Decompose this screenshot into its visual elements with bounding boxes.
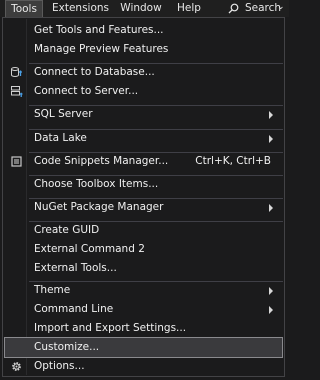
menu-help[interactable]: Help — [176, 0, 202, 17]
menu-item-connect-database[interactable]: Connect to Database... — [4, 62, 283, 83]
menu-item-label: External Tools... — [34, 262, 117, 274]
menu-item-label: Theme — [34, 284, 71, 296]
menu-bar: Tools Extensions Window Help Search ⌄ — [0, 0, 289, 17]
menu-item-label: SQL Server — [34, 108, 93, 120]
menu-extensions[interactable]: Extensions — [52, 0, 109, 17]
code-snippets-icon — [11, 156, 22, 167]
shortcut-text: Ctrl+K, Ctrl+B — [195, 155, 271, 167]
menu-item-sql-server[interactable]: SQL Server — [4, 104, 283, 125]
menu-item-label: Get Tools and Features... — [34, 24, 164, 36]
search-icon — [228, 3, 239, 14]
menu-item-label: Command Line — [34, 303, 114, 315]
menu-item-label: Create GUID — [34, 224, 100, 236]
menu-item-data-lake[interactable]: Data Lake — [4, 128, 283, 149]
menu-item-create-guid[interactable]: Create GUID — [4, 220, 283, 241]
search-button[interactable]: Search ⌄ — [218, 0, 289, 17]
menu-item-options[interactable]: Options... — [4, 356, 283, 377]
submenu-arrow-icon — [269, 287, 273, 295]
submenu-arrow-icon — [269, 306, 273, 314]
menu-item-command-line[interactable]: Command Line — [4, 299, 283, 320]
menu-item-label: External Command 2 — [34, 243, 145, 255]
menu-item-theme[interactable]: Theme — [4, 280, 283, 301]
menu-item-manage-preview[interactable]: Manage Preview Features — [4, 39, 283, 60]
menu-item-get-tools[interactable]: Get Tools and Features... — [4, 20, 283, 41]
menu-item-label: Connect to Server... — [34, 85, 139, 97]
submenu-arrow-icon — [269, 111, 273, 119]
menu-item-label: Code Snippets Manager... — [34, 155, 169, 167]
server-connect-icon — [11, 86, 23, 97]
menu-item-code-snippets[interactable]: Code Snippets Manager... Ctrl+K, Ctrl+B — [4, 151, 283, 172]
menu-item-label: Choose Toolbox Items... — [34, 178, 159, 190]
menu-item-connect-server[interactable]: Connect to Server... — [4, 81, 283, 102]
search-label: Search — [245, 2, 282, 14]
gear-icon — [12, 362, 21, 371]
menu-tools[interactable]: Tools — [5, 0, 43, 17]
menu-item-customize[interactable]: Customize... — [4, 337, 283, 358]
database-connect-icon — [11, 67, 22, 77]
menu-item-choose-toolbox[interactable]: Choose Toolbox Items... — [4, 174, 283, 195]
menu-item-label: NuGet Package Manager — [34, 201, 164, 213]
menu-item-label: Connect to Database... — [34, 66, 155, 78]
submenu-arrow-icon — [269, 204, 273, 212]
chevron-down-icon: ⌄ — [277, 2, 285, 12]
menu-item-label: Options... — [34, 360, 85, 372]
menu-item-external-tools[interactable]: External Tools... — [4, 258, 283, 279]
menu-window[interactable]: Window — [119, 0, 163, 17]
submenu-arrow-icon — [269, 135, 273, 143]
menu-item-nuget[interactable]: NuGet Package Manager — [4, 197, 283, 218]
menu-item-import-export[interactable]: Import and Export Settings... — [4, 318, 283, 339]
menu-item-label: Manage Preview Features — [34, 43, 169, 55]
menu-item-label: Data Lake — [34, 132, 87, 144]
tools-dropdown-menu: Get Tools and Features... Manage Preview… — [2, 17, 285, 377]
menu-item-label: Customize... — [34, 341, 100, 353]
menu-item-label: Import and Export Settings... — [34, 322, 187, 334]
menu-item-external-command-2[interactable]: External Command 2 — [4, 239, 283, 260]
